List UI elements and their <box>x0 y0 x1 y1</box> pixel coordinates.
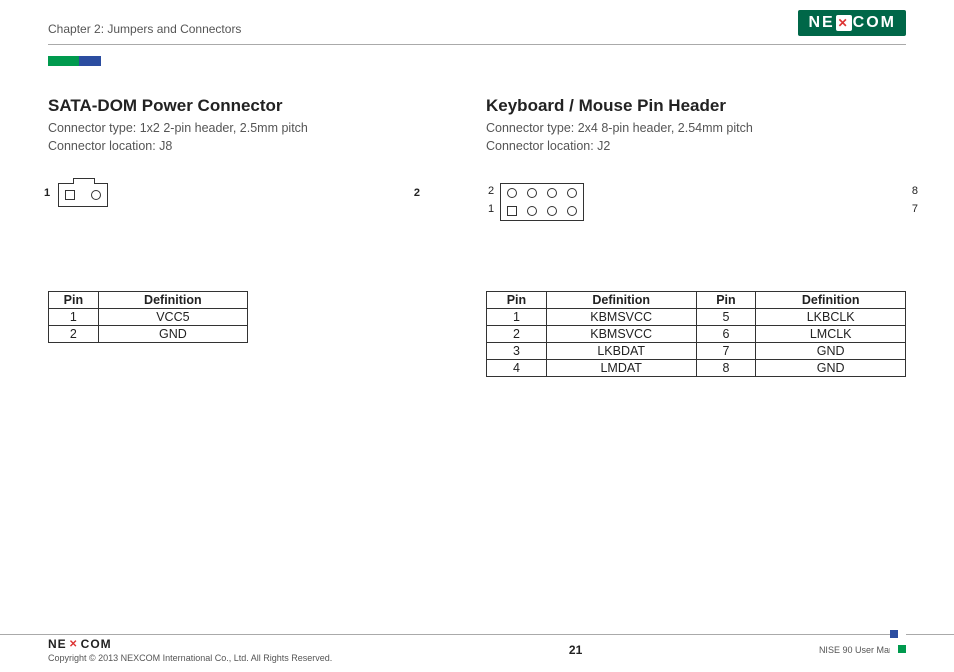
kbm-title: Keyboard / Mouse Pin Header <box>486 96 906 116</box>
pin-label-2: 2 <box>414 187 420 199</box>
pin-1-square-icon <box>65 190 75 200</box>
sata-dom-diagram: 1 2 <box>48 183 406 243</box>
table-row: 1 VCC5 <box>49 309 248 326</box>
table-row: 2 GND <box>49 326 248 343</box>
pin-4-icon <box>527 188 537 198</box>
sata-dom-loc: Connector location: J8 <box>48 138 406 156</box>
kbm-desc: Connector type: 2x4 8-pin header, 2.54mm… <box>486 120 906 155</box>
table-row: 2 KBMSVCC 6 LMCLK <box>487 326 906 343</box>
kbm-table: Pin Definition Pin Definition 1 KBMSVCC … <box>486 291 906 377</box>
kbm-type: Connector type: 2x4 8-pin header, 2.54mm… <box>486 120 906 138</box>
pin-6-icon <box>547 188 557 198</box>
accent-bar-blue <box>79 56 101 66</box>
connector-2x4-icon: 2 8 1 7 <box>500 183 906 221</box>
pin-3-icon <box>527 206 537 216</box>
table-row: 3 LKBDAT 7 GND <box>487 343 906 360</box>
left-column: SATA-DOM Power Connector Connector type:… <box>48 96 406 377</box>
sata-dom-desc: Connector type: 1x2 2-pin header, 2.5mm … <box>48 120 406 155</box>
pin-label-1: 1 <box>488 203 494 215</box>
accent-bar-green <box>48 56 80 66</box>
page-number: 21 <box>569 643 582 657</box>
pin-7-icon <box>567 206 577 216</box>
th-def: Definition <box>98 292 247 309</box>
sata-dom-table: Pin Definition 1 VCC5 2 GND <box>48 291 248 343</box>
pin-label-7: 7 <box>912 203 918 215</box>
table-row: 1 KBMSVCC 5 LKBCLK <box>487 309 906 326</box>
content-columns: SATA-DOM Power Connector Connector type:… <box>48 96 906 377</box>
copyright-text: Copyright © 2013 NEXCOM International Co… <box>48 653 332 663</box>
pin-1-square-icon <box>507 206 517 216</box>
header-rule <box>48 44 906 45</box>
pin-label-8: 8 <box>912 185 918 197</box>
pin-2-circle-icon <box>91 190 101 200</box>
pin-5-icon <box>547 206 557 216</box>
table-row: 4 LMDAT 8 GND <box>487 360 906 377</box>
brand-logo-top: NE✕COM <box>798 10 906 36</box>
footer: NE✕COM Copyright © 2013 NEXCOM Internati… <box>0 634 954 672</box>
pin-label-2: 2 <box>488 185 494 197</box>
pin-2-icon <box>507 188 517 198</box>
kbm-loc: Connector location: J2 <box>486 138 906 156</box>
sata-dom-title: SATA-DOM Power Connector <box>48 96 406 116</box>
pin-8-icon <box>567 188 577 198</box>
right-column: Keyboard / Mouse Pin Header Connector ty… <box>486 96 906 377</box>
table-header-row: Pin Definition <box>49 292 248 309</box>
table-header-row: Pin Definition Pin Definition <box>487 292 906 309</box>
chapter-title: Chapter 2: Jumpers and Connectors <box>48 22 906 36</box>
th-pin: Pin <box>49 292 99 309</box>
pin-label-1: 1 <box>44 187 50 199</box>
footer-left: NE✕COM Copyright © 2013 NEXCOM Internati… <box>48 637 332 663</box>
nexcom-logo-footer-icon: NE✕COM <box>48 637 112 651</box>
nexcom-logo-icon: NE✕COM <box>798 10 906 36</box>
kbm-diagram: 2 8 1 7 <box>486 183 906 243</box>
connector-1x2-icon: 1 2 <box>58 183 406 207</box>
page: Chapter 2: Jumpers and Connectors NE✕COM… <box>0 0 954 640</box>
sata-dom-type: Connector type: 1x2 2-pin header, 2.5mm … <box>48 120 406 138</box>
footer-accent-squares-icon <box>890 626 906 656</box>
